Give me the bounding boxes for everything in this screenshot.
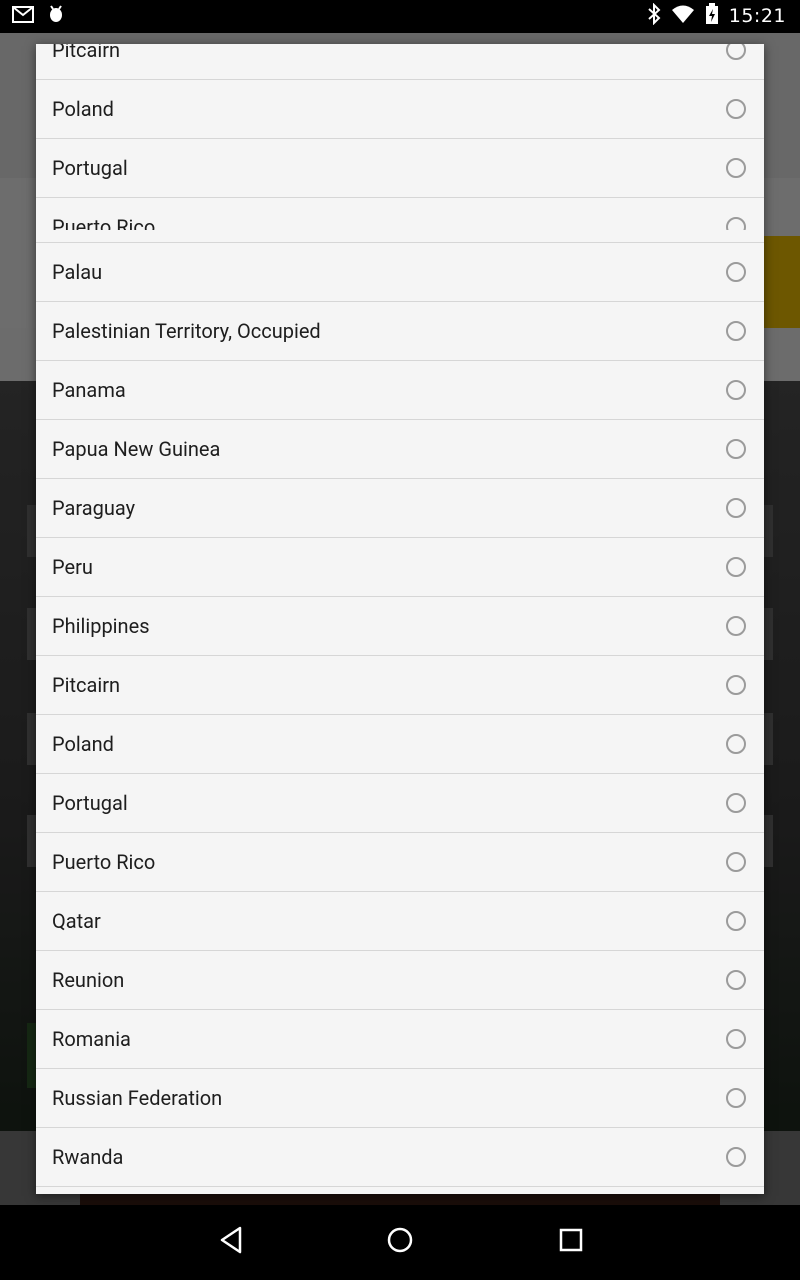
list-item[interactable]: Panama	[36, 361, 764, 420]
radio-icon[interactable]	[726, 793, 746, 813]
list-item[interactable]: Puerto Rico	[36, 833, 764, 892]
radio-icon[interactable]	[726, 734, 746, 754]
back-icon[interactable]	[218, 1225, 244, 1259]
list-item[interactable]: Portugal	[36, 139, 764, 198]
list-item-label: Pitcairn	[52, 44, 121, 62]
radio-icon[interactable]	[726, 557, 746, 577]
clock: 15:21	[728, 5, 786, 27]
gmail-icon	[12, 5, 34, 27]
list-item-label: Qatar	[52, 909, 101, 933]
list-item-label: Romania	[52, 1027, 131, 1051]
radio-icon[interactable]	[726, 1088, 746, 1108]
list-item-label: Puerto Rico	[52, 215, 156, 230]
list-item[interactable]: Pitcairn	[36, 44, 764, 80]
list-item-label: Palau	[52, 260, 103, 284]
list-item-label: Reunion	[52, 968, 125, 992]
list-item[interactable]: Rwanda	[36, 1128, 764, 1187]
bluetooth-icon	[647, 2, 661, 29]
status-bar: 15:21	[0, 0, 800, 33]
list-item-label: Papua New Guinea	[52, 437, 221, 461]
list-item[interactable]: Pitcairn	[36, 656, 764, 715]
list-item[interactable]: Poland	[36, 80, 764, 139]
scroll-artifact: Pitcairn Poland Portugal Puerto Rico	[36, 44, 764, 230]
radio-icon[interactable]	[726, 44, 746, 60]
list-item[interactable]: Poland	[36, 715, 764, 774]
list-item[interactable]: Peru	[36, 538, 764, 597]
radio-icon[interactable]	[726, 1147, 746, 1167]
list-item-label: Pitcairn	[52, 673, 121, 697]
radio-icon[interactable]	[726, 852, 746, 872]
radio-icon[interactable]	[726, 616, 746, 636]
radio-icon[interactable]	[726, 970, 746, 990]
list-item-label: Russian Federation	[52, 1086, 223, 1110]
list-item[interactable]: Papua New Guinea	[36, 420, 764, 479]
list-item[interactable]: Russian Federation	[36, 1069, 764, 1128]
list-item-label: Portugal	[52, 791, 128, 815]
radio-icon[interactable]	[726, 262, 746, 282]
radio-icon[interactable]	[726, 498, 746, 518]
radio-icon[interactable]	[726, 321, 746, 341]
list-item[interactable]: Palau	[36, 243, 764, 302]
country-picker-dialog: Pitcairn Poland Portugal Puerto Rico Pal…	[36, 44, 764, 1194]
wifi-icon	[671, 4, 695, 28]
list-item-label: Paraguay	[52, 496, 136, 520]
radio-icon[interactable]	[726, 158, 746, 178]
list-item-label: Panama	[52, 378, 126, 402]
recents-icon[interactable]	[558, 1225, 584, 1259]
list-item-label: Peru	[52, 555, 93, 579]
android-debug-icon	[48, 4, 64, 28]
list-item[interactable]: Palestinian Territory, Occupied	[36, 302, 764, 361]
home-icon[interactable]	[386, 1225, 414, 1259]
list-item-label: Poland	[52, 732, 114, 756]
list-item[interactable]: Philippines	[36, 597, 764, 656]
list-item[interactable]: Reunion	[36, 951, 764, 1010]
list-item[interactable]: Qatar	[36, 892, 764, 951]
system-nav-bar	[0, 1205, 800, 1280]
radio-icon[interactable]	[726, 380, 746, 400]
battery-charging-icon	[705, 3, 719, 29]
list-item[interactable]: Portugal	[36, 774, 764, 833]
radio-icon[interactable]	[726, 911, 746, 931]
list-item-label: Rwanda	[52, 1145, 124, 1169]
radio-icon[interactable]	[726, 99, 746, 119]
list-item-label: Poland	[52, 97, 114, 121]
radio-icon[interactable]	[726, 1029, 746, 1049]
list-item-label: Puerto Rico	[52, 850, 156, 874]
list-item-label: Portugal	[52, 156, 128, 180]
list-item[interactable]: Paraguay	[36, 479, 764, 538]
list-item-label: Palestinian Territory, Occupied	[52, 319, 321, 343]
radio-icon[interactable]	[726, 675, 746, 695]
radio-icon[interactable]	[726, 439, 746, 459]
list-item[interactable]: Puerto Rico	[36, 198, 764, 230]
country-list[interactable]: Palau Palestinian Territory, Occupied Pa…	[36, 242, 764, 1187]
radio-icon[interactable]	[726, 217, 746, 230]
list-item-label: Philippines	[52, 614, 150, 638]
list-item[interactable]: Romania	[36, 1010, 764, 1069]
